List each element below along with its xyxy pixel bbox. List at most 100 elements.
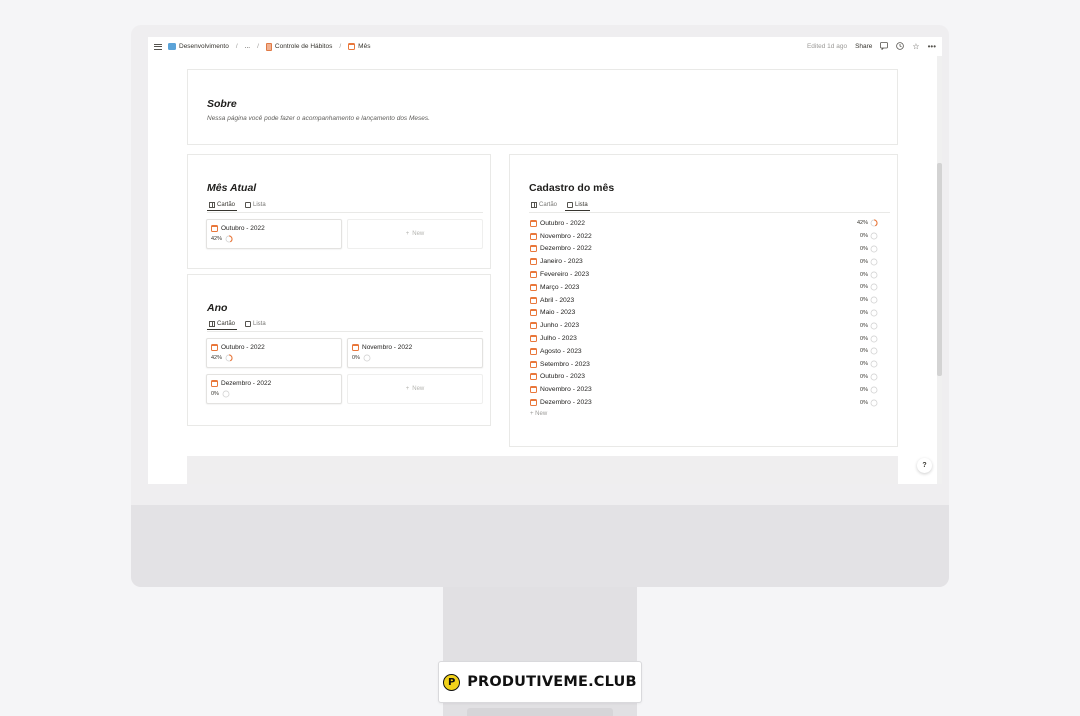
progress-ring-icon — [870, 322, 878, 330]
calendar-icon — [211, 225, 218, 232]
menu-icon[interactable] — [154, 43, 162, 50]
tab-lista[interactable]: Lista — [243, 318, 268, 330]
tab-underline — [207, 212, 483, 213]
tab-label: Cartão — [217, 201, 236, 208]
list-item[interactable]: Janeiro - 2023 0% — [530, 255, 890, 268]
month-card[interactable]: Novembro - 2022 0% — [347, 338, 483, 368]
progress-ring-icon — [870, 309, 878, 317]
tab-cartao[interactable]: Cartão — [207, 199, 238, 211]
share-button[interactable]: Share — [855, 43, 872, 50]
progress-ring-icon — [870, 373, 878, 381]
tab-cartao[interactable]: Cartão — [529, 199, 559, 211]
month-card[interactable]: Dezembro - 2022 0% — [206, 374, 342, 404]
progress-percent: 0% — [860, 271, 868, 278]
breadcrumb-separator: / — [339, 43, 342, 50]
calendar-icon — [530, 360, 537, 368]
help-button[interactable]: ? — [917, 458, 932, 473]
progress-percent: 0% — [860, 335, 868, 342]
ano-panel: Ano Cartão Lista Outubro - 2022 42% Nove… — [187, 274, 491, 426]
add-new-button[interactable]: + New — [530, 411, 890, 417]
scrollbar-track[interactable] — [937, 56, 942, 484]
calendar-icon — [352, 344, 359, 351]
star-icon[interactable]: ☆ — [912, 42, 919, 51]
tab-label: Lista — [575, 201, 588, 208]
clock-icon[interactable] — [896, 41, 905, 52]
list-item[interactable]: Dezembro - 2022 0% — [530, 243, 890, 256]
new-label: New — [412, 386, 425, 392]
breadcrumb-item-desenvolvimento[interactable]: Desenvolvimento — [179, 43, 229, 50]
calendar-icon — [348, 43, 356, 50]
mes-atual-title: Mês Atual — [207, 182, 257, 194]
progress-percent: 0% — [860, 233, 868, 240]
list-item[interactable]: Maio - 2023 0% — [530, 307, 890, 320]
tab-cartao[interactable]: Cartão — [207, 318, 238, 330]
card-title-row: Outubro - 2022 — [211, 344, 265, 351]
card-title-row: Outubro - 2022 — [211, 225, 265, 232]
card-title: Novembro - 2022 — [362, 344, 413, 351]
list-item[interactable]: Novembro - 2022 0% — [530, 230, 890, 243]
calendar-icon — [530, 335, 537, 343]
progress-percent: 42% — [856, 220, 868, 227]
card-progress: 42% — [211, 354, 233, 362]
list-item-label: Julho - 2023 — [540, 335, 577, 343]
progress-percent: 0% — [860, 361, 868, 368]
tab-lista[interactable]: Lista — [243, 199, 268, 211]
new-card-button[interactable]: + New — [347, 219, 483, 249]
new-label: New — [412, 231, 425, 237]
cadastro-list: Outubro - 2022 42% Novembro - 2022 0% Dezemb… — [530, 217, 890, 417]
calendar-icon — [530, 258, 537, 266]
progress-percent: 0% — [860, 284, 868, 291]
breadcrumb-item-ellipsis[interactable]: ... — [245, 43, 250, 50]
breadcrumb-item-mes[interactable]: Mês — [358, 43, 370, 50]
list-item-label: Janeiro - 2023 — [540, 258, 583, 266]
plus-icon: + — [405, 231, 410, 237]
list-item-label: Outubro - 2023 — [540, 373, 585, 381]
progress-percent: 0% — [860, 348, 868, 355]
calendar-icon — [530, 219, 537, 227]
card-progress: 0% — [352, 354, 371, 362]
new-card-button[interactable]: + New — [347, 374, 483, 404]
progress-ring-icon — [870, 399, 878, 406]
list-item[interactable]: Junho - 2023 0% — [530, 319, 890, 332]
progress-ring-icon — [870, 258, 878, 266]
list-item[interactable]: Fevereiro - 2023 0% — [530, 268, 890, 281]
progress-ring-icon — [870, 347, 878, 355]
card-title: Outubro - 2022 — [221, 225, 265, 232]
list-item[interactable]: Março - 2023 0% — [530, 281, 890, 294]
list-item[interactable]: Agosto - 2023 0% — [530, 345, 890, 358]
list-item[interactable]: Outubro - 2023 0% — [530, 371, 890, 384]
sobre-title: Sobre — [207, 98, 237, 110]
screen: Desenvolvimento / ... / Controle de Hábi… — [148, 37, 942, 484]
list-item[interactable]: Julho - 2023 0% — [530, 332, 890, 345]
tab-label: Lista — [253, 321, 266, 327]
breadcrumb-item-controle-habitos[interactable]: Controle de Hábitos — [275, 43, 332, 50]
progress-percent: 0% — [860, 399, 868, 406]
tab-lista[interactable]: Lista — [565, 199, 590, 211]
comment-icon[interactable] — [880, 41, 889, 52]
desenvolvimento-icon — [168, 43, 176, 50]
plus-icon: + — [405, 386, 410, 392]
calendar-icon — [211, 380, 218, 387]
card-title-row: Dezembro - 2022 — [211, 380, 271, 387]
more-options-icon[interactable]: ••• — [928, 42, 936, 51]
scrollbar-thumb[interactable] — [937, 163, 942, 376]
list-item[interactable]: Novembro - 2023 0% — [530, 383, 890, 396]
tab-label: Lista — [253, 202, 266, 208]
progress-ring-icon — [870, 271, 878, 279]
month-card[interactable]: Outubro - 2022 42% — [206, 338, 342, 368]
progress-percent: 0% — [211, 391, 219, 397]
cadastro-title: Cadastro do mês — [529, 182, 615, 194]
calendar-icon — [530, 232, 537, 240]
progress-ring-icon — [222, 390, 230, 398]
progress-ring-icon — [870, 219, 878, 227]
calendar-icon — [530, 271, 537, 279]
progress-percent: 0% — [860, 297, 868, 304]
progress-ring-icon — [225, 354, 233, 362]
list-item[interactable]: Dezembro - 2023 0% — [530, 396, 890, 409]
list-item[interactable]: Setembro - 2023 0% — [530, 358, 890, 371]
list-item[interactable]: Outubro - 2022 42% — [530, 217, 890, 230]
list-item-label: Outubro - 2022 — [540, 219, 585, 227]
list-item[interactable]: Abril - 2023 0% — [530, 294, 890, 307]
cadastro-tabs: Cartão Lista — [529, 199, 590, 211]
month-card[interactable]: Outubro - 2022 42% — [206, 219, 342, 249]
